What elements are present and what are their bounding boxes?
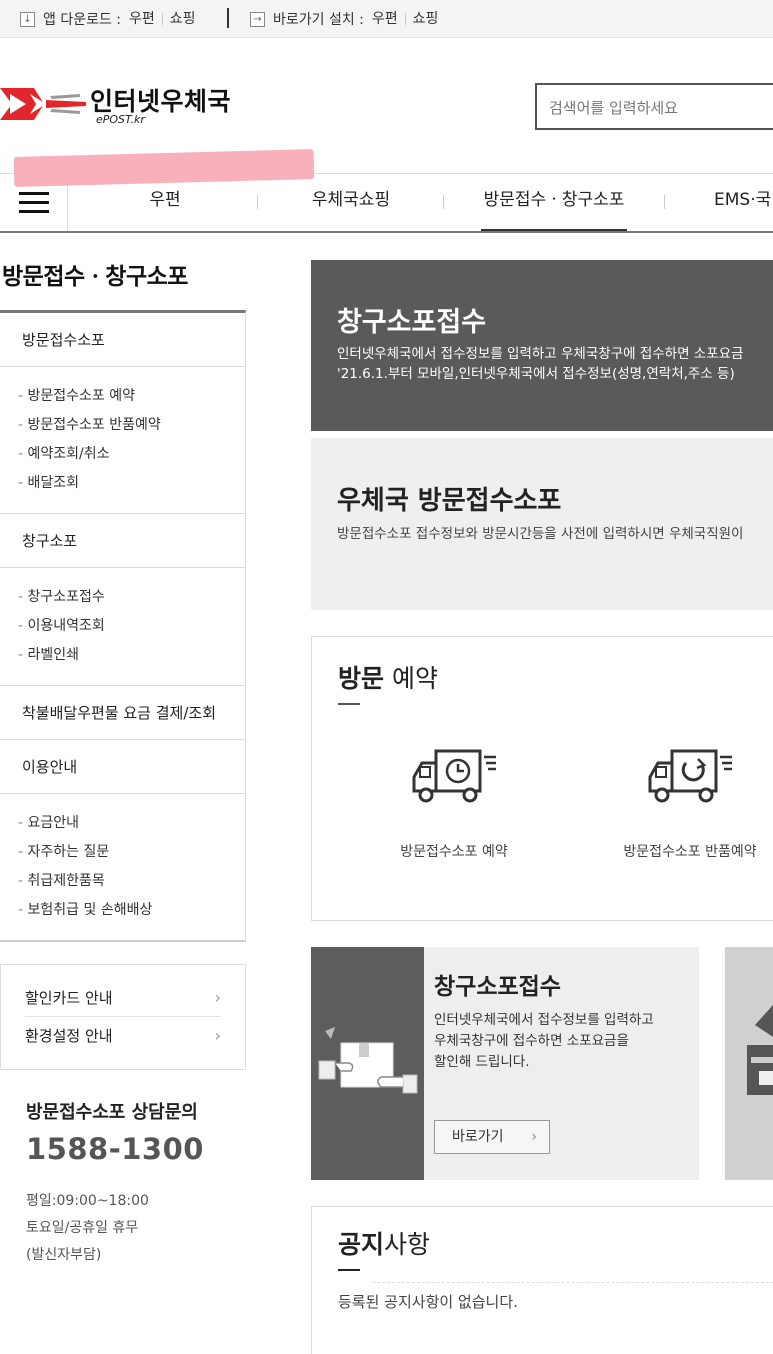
topbar-divider <box>227 8 229 28</box>
truck-clock-icon <box>412 749 496 803</box>
side-submenu-item[interactable]: 취급제한품목 <box>18 867 245 896</box>
side-submenu-item[interactable]: 자주하는 질문 <box>18 838 245 867</box>
truck-return-icon <box>648 749 732 803</box>
title-underline <box>338 1269 360 1271</box>
shortcut-post-link[interactable]: 우편 <box>372 12 405 26</box>
top-utility-bar: ↓ 앱 다운로드 : 우편 쇼핑 → 바로가기 설치 : 우편 쇼핑 <box>0 0 773 38</box>
side-submenu-item[interactable]: 요금안내 <box>18 809 245 838</box>
side-submenu-item[interactable]: 이용내역조회 <box>18 612 245 641</box>
cs-info: 평일:09:00~18:00 토요일/공휴일 휴무 (발신자부담) <box>26 1188 149 1269</box>
side-menu-section[interactable]: 창구소포 <box>0 514 245 568</box>
notice-empty-text: 등록된 공지사항이 없습니다. <box>338 1293 518 1311</box>
discount-card-link[interactable]: 할인카드 안내 › <box>25 979 221 1017</box>
notice-title-bold: 공지 <box>338 1230 385 1259</box>
side-submenu: 방문접수소포 예약 방문접수소포 반품예약 예약조회/취소 배달조회 <box>0 367 245 514</box>
banner-text: 방문접수소포 접수정보와 방문시간등을 사전에 입력하시면 우체국직원이 <box>337 526 744 542</box>
visit-return-label: 방문접수소포 반품예약 <box>623 844 757 860</box>
side-menu-section[interactable]: 방문접수소포 <box>0 313 245 367</box>
side-submenu-item[interactable]: 방문접수소포 반품예약 <box>18 411 245 440</box>
card-payment-icon <box>747 1005 773 1095</box>
visit-reserve-label: 방문접수소포 예약 <box>400 844 508 860</box>
nav-divider <box>443 195 444 209</box>
side-submenu-item[interactable]: 배달조회 <box>18 469 245 498</box>
side-menu-section[interactable]: 착불배달우편물 요금 결제/조회 <box>0 686 245 740</box>
side-submenu-item[interactable]: 방문접수소포 예약 <box>18 382 245 411</box>
chevron-right-icon: › <box>214 988 221 1007</box>
banner-text: 인터넷우체국에서 접수정보를 입력하고 우체국창구에 접수하면 소포요금 '21… <box>337 344 743 384</box>
banner-title: 우체국 방문접수소포 <box>337 486 562 516</box>
side-submenu: 요금안내 자주하는 질문 취급제한품목 보험취급 및 손해배상 <box>0 794 245 940</box>
second-card-partial[interactable] <box>725 947 773 1180</box>
counter-parcel-banner[interactable]: 창구소포접수 인터넷우체국에서 접수정보를 입력하고 우체국창구에 접수하면 소… <box>311 260 773 431</box>
side-menu: 방문접수소포 방문접수소포 예약 방문접수소포 반품예약 예약조회/취소 배달조… <box>0 310 246 942</box>
notice-title-rest: 사항 <box>384 1230 431 1259</box>
shortcut-label: 바로가기 설치 : <box>273 12 364 28</box>
app-download-post-link[interactable]: 우편 <box>129 12 162 26</box>
logo-subtitle: ePOST.kr <box>96 113 145 126</box>
go-button-label: 바로가기 <box>452 1129 504 1145</box>
visit-title-rest: 예약 <box>384 664 438 693</box>
cs-holiday: 토요일/공휴일 휴무 <box>26 1220 139 1236</box>
visit-title: 방문 예약 <box>338 659 438 695</box>
banner-title: 창구소포접수 <box>337 307 487 338</box>
app-download-label: 앱 다운로드 : <box>43 12 122 28</box>
side-submenu: 창구소포접수 이용내역조회 라벨인쇄 <box>0 568 245 686</box>
util-links-box: 할인카드 안내 › 환경설정 안내 › <box>0 964 246 1070</box>
shortcut-arrow-icon: → <box>250 11 265 27</box>
app-download-group: ↓ 앱 다운로드 : 우편 쇼핑 <box>20 0 203 38</box>
card-text-line: 인터넷우체국에서 접수정보를 입력하고 <box>434 1012 654 1028</box>
search-input[interactable]: 검색어를 입력하세요 <box>535 83 773 130</box>
cs-note: (발신자부담) <box>26 1247 102 1263</box>
card-title: 창구소포접수 <box>434 974 561 1000</box>
card-image <box>311 947 424 1180</box>
discount-card-label: 할인카드 안내 <box>25 989 113 1007</box>
side-menu-title: 방문접수ㆍ창구소포 <box>2 264 188 290</box>
side-submenu-item[interactable]: 예약조회/취소 <box>18 440 245 469</box>
chevron-right-icon: › <box>214 1026 221 1045</box>
site-logo[interactable]: 인터넷우체국 ePOST.kr <box>0 80 250 136</box>
parcel-handover-icon <box>318 1027 418 1094</box>
download-icon: ↓ <box>20 11 35 27</box>
settings-guide-label: 환경설정 안내 <box>25 1027 113 1045</box>
shortcut-group: → 바로가기 설치 : 우편 쇼핑 <box>250 0 445 38</box>
notice-title[interactable]: 공지사항 <box>338 1225 430 1261</box>
side-submenu-item[interactable]: 라벨인쇄 <box>18 641 245 670</box>
side-menu-section[interactable]: 이용안내 <box>0 740 245 794</box>
cs-hours: 평일:09:00~18:00 <box>26 1193 149 1209</box>
visit-return-item[interactable]: 방문접수소포 반품예약 <box>610 745 770 861</box>
side-submenu-item[interactable]: 창구소포접수 <box>18 583 245 612</box>
cs-title: 방문접수소포 상담문의 <box>26 1102 198 1123</box>
app-download-shopping-link[interactable]: 쇼핑 <box>161 12 203 26</box>
counter-parcel-card: 창구소포접수 인터넷우체국에서 접수정보를 입력하고 우체국창구에 접수하면 소… <box>311 947 699 1180</box>
visit-reserve-item[interactable]: 방문접수소포 예약 <box>374 745 534 861</box>
side-submenu-item[interactable]: 보험취급 및 손해배상 <box>18 896 245 925</box>
visit-parcel-banner[interactable]: 우체국 방문접수소포 방문접수소포 접수정보와 방문시간등을 사전에 입력하시면… <box>311 438 773 610</box>
notice-box: 공지사항 등록된 공지사항이 없습니다. <box>311 1206 773 1354</box>
card-text-line: 할인해 드립니다. <box>434 1054 530 1070</box>
nav-divider <box>664 195 665 209</box>
shortcut-shopping-link[interactable]: 쇼핑 <box>404 12 446 26</box>
nav-divider <box>257 195 258 209</box>
visit-reservation-box: 방문 예약 방문접수소포 예약 방문접수소포 반품예약 <box>311 636 773 921</box>
nav-item-visit-parcel[interactable]: 방문접수ㆍ창구소포 <box>481 174 627 231</box>
chevron-right-icon: › <box>531 1129 537 1145</box>
nav-item-shopping[interactable]: 우체국쇼핑 <box>290 174 412 231</box>
settings-guide-link[interactable]: 환경설정 안내 › <box>25 1017 221 1055</box>
go-button[interactable]: 바로가기 › <box>434 1120 550 1154</box>
nav-item-ems[interactable]: EMS·국 <box>714 174 773 231</box>
visit-title-bold: 방문 <box>338 664 385 693</box>
banner-text-line: '21.6.1.부터 모바일,인터넷우체국에서 접수정보(성명,연락처,주소 등… <box>337 366 735 382</box>
cs-phone-number: 1588-1300 <box>26 1132 204 1166</box>
card-text-line: 우체국창구에 접수하면 소포요금을 <box>434 1033 629 1049</box>
epost-logo-icon <box>0 88 86 120</box>
banner-text-line: 인터넷우체국에서 접수정보를 입력하고 우체국창구에 접수하면 소포요금 <box>337 346 744 362</box>
card-text: 인터넷우체국에서 접수정보를 입력하고 우체국창구에 접수하면 소포요금을 할인… <box>434 1010 654 1073</box>
notice-divider <box>372 1282 773 1283</box>
title-underline <box>338 703 360 705</box>
